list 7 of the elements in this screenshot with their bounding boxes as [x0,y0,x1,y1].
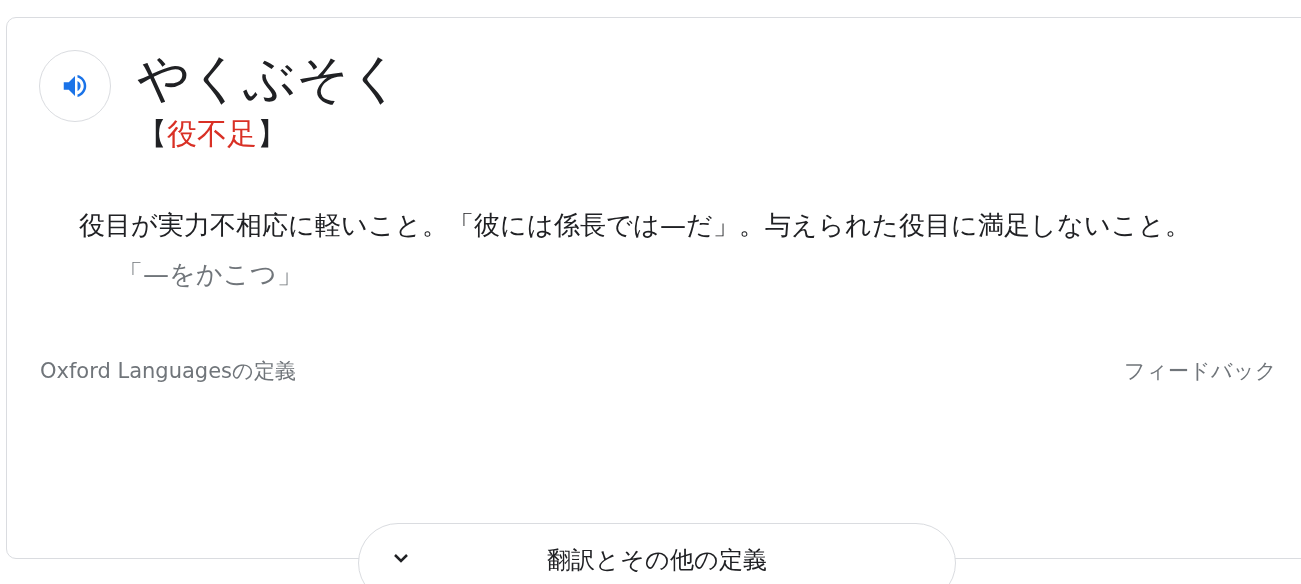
kanji-notation: 【役不足】 [137,115,288,153]
more-definitions-button[interactable]: 翻訳とその他の定義 [358,523,956,584]
source-text: Oxford Languagesの定義 [40,358,297,385]
feedback-link[interactable]: フィードバック [1124,356,1277,388]
definition-text: 役目が実力不相応に軽いこと。「彼には係長では—だ」。与えられた役目に満足しないこと。 [79,209,1192,242]
example-text: 「—をかこつ」 [117,258,304,291]
headword: やくぶそく [137,47,402,110]
